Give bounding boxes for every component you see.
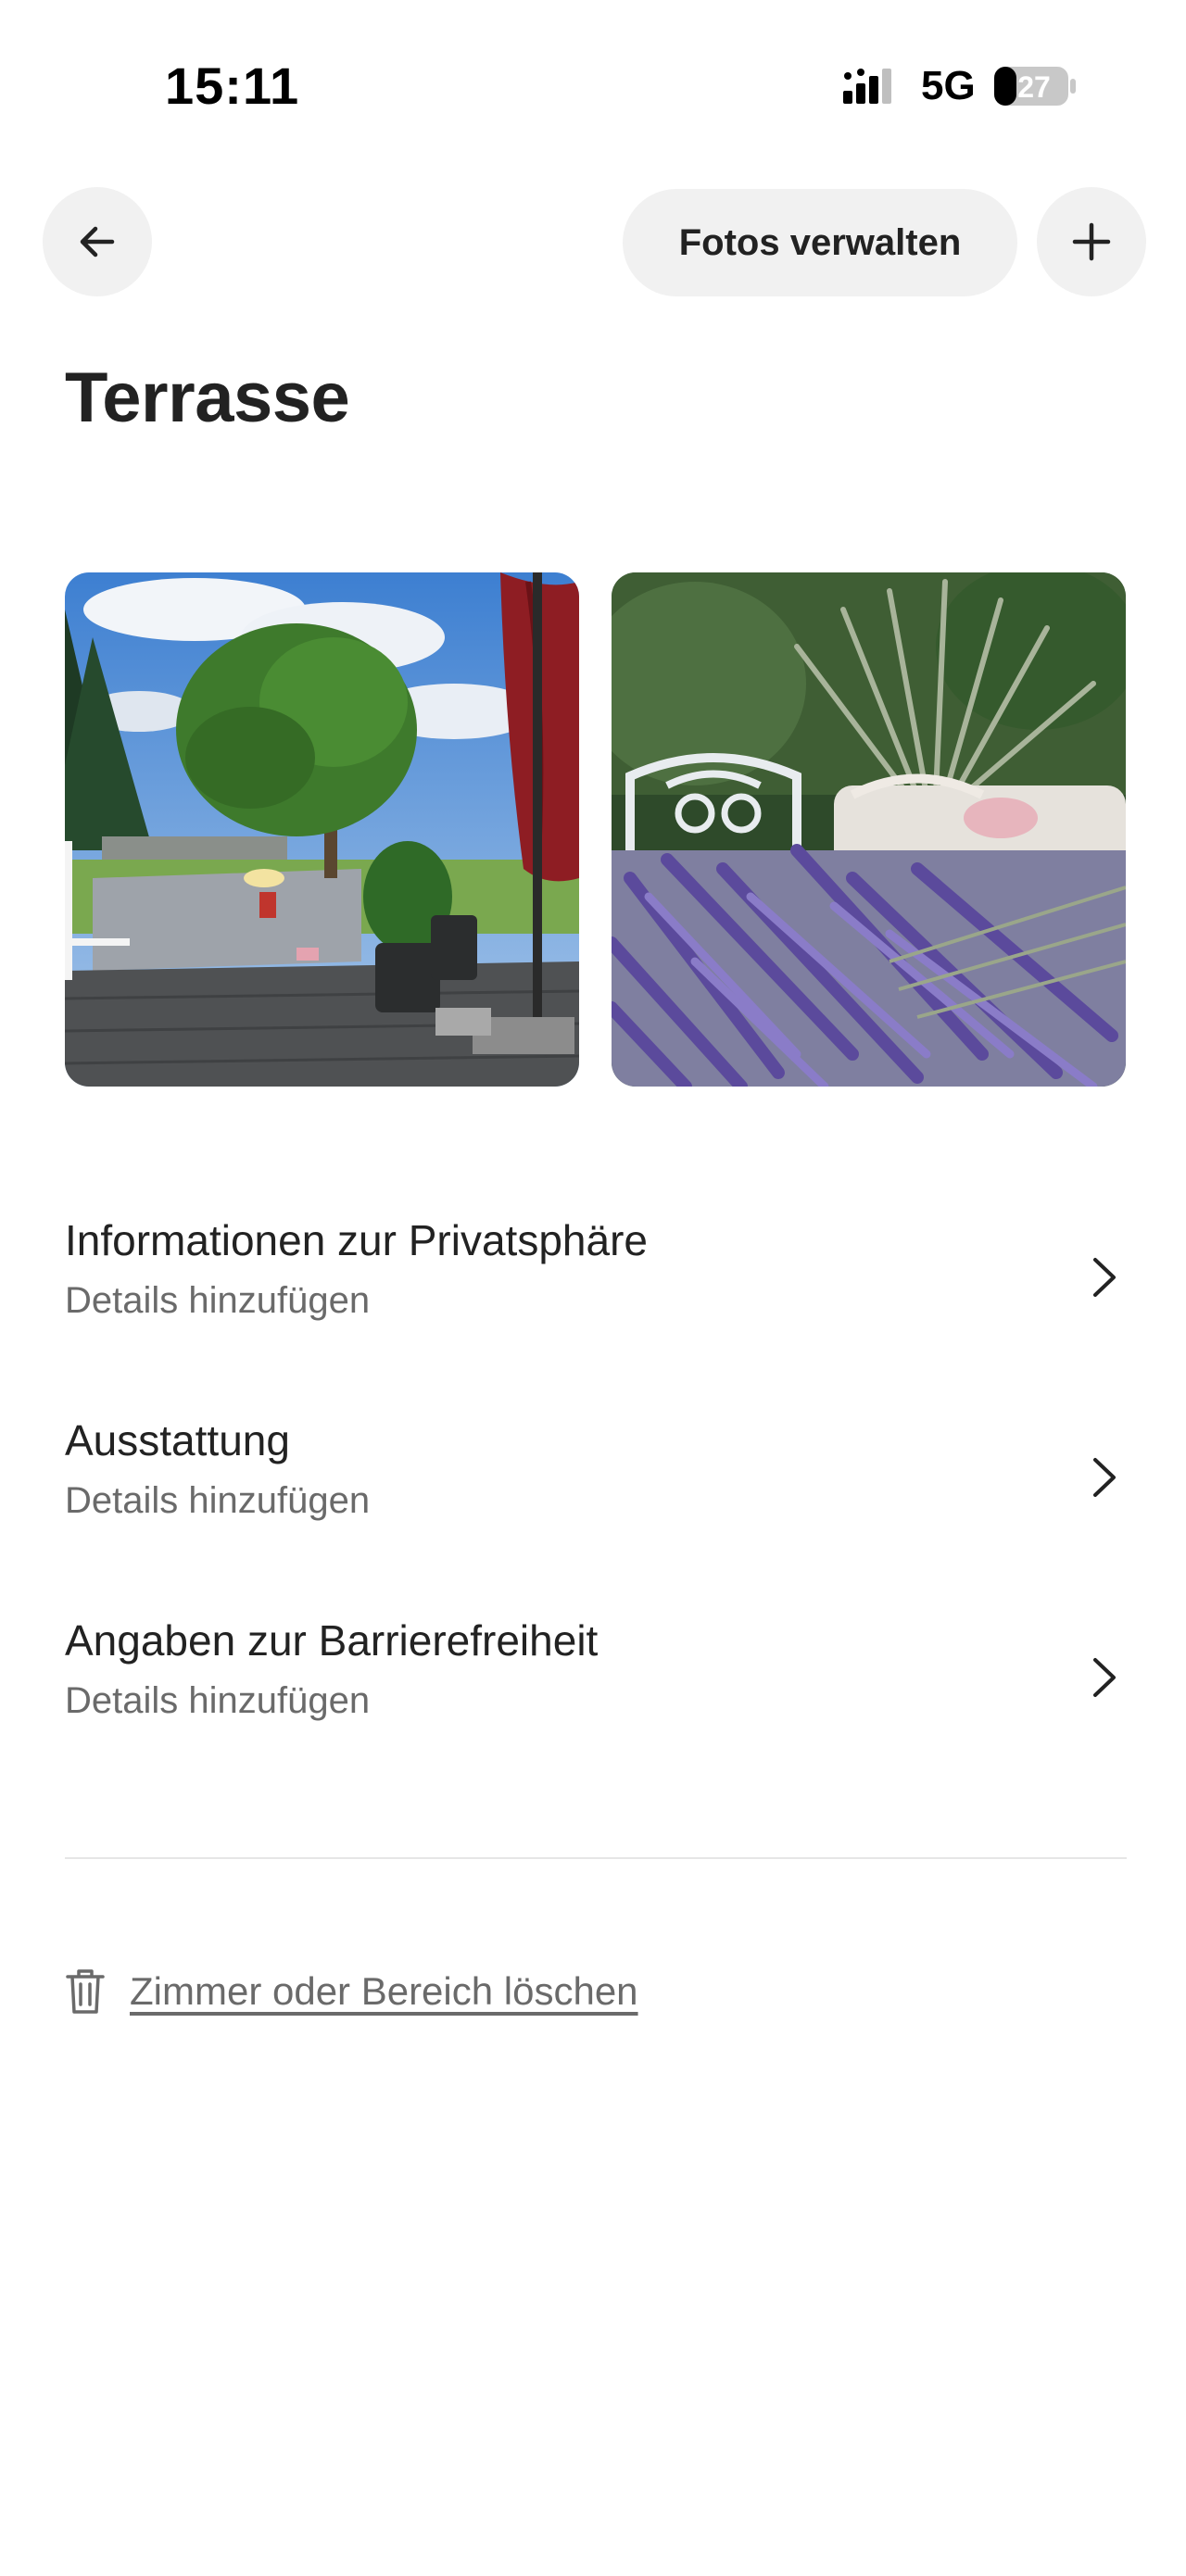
- battery-icon: 27: [994, 67, 1076, 106]
- arrow-left-icon: [80, 226, 115, 258]
- photo-lavender[interactable]: [612, 572, 1126, 1087]
- row-accessibility[interactable]: Angaben zur Barrierefreiheit Details hin…: [65, 1615, 1127, 1764]
- chevron-right-icon: [1093, 1258, 1116, 1297]
- plus-icon: [1072, 222, 1111, 261]
- cellular-signal-icon: [843, 69, 891, 104]
- divider: [65, 1857, 1127, 1859]
- row-privacy-info[interactable]: Informationen zur Privatsphäre Details h…: [65, 1215, 1127, 1363]
- photo-terrace-image: [65, 572, 579, 1087]
- add-button[interactable]: [1037, 187, 1146, 296]
- back-button[interactable]: [43, 187, 152, 296]
- row-title: Informationen zur Privatsphäre: [65, 1216, 648, 1264]
- row-subtitle: Details hinzufügen: [65, 1480, 371, 1521]
- chevron-right-icon: [1093, 1458, 1116, 1497]
- photo-lavender-image: [612, 572, 1126, 1087]
- status-bar: 15:11 5G 27: [0, 0, 1186, 176]
- delete-room-label: Zimmer oder Bereich löschen: [130, 1969, 638, 2013]
- row-subtitle: Details hinzufügen: [65, 1680, 371, 1721]
- battery-level: 27: [1017, 70, 1051, 104]
- row-title: Angaben zur Barrierefreiheit: [65, 1616, 599, 1665]
- status-time: 15:11: [165, 57, 300, 115]
- row-amenities[interactable]: Ausstattung Details hinzufügen: [65, 1415, 1127, 1564]
- row-subtitle: Details hinzufügen: [65, 1280, 371, 1321]
- network-type: 5G: [921, 63, 976, 108]
- trash-icon: [66, 1969, 105, 2014]
- manage-photos-button[interactable]: Fotos verwalten: [623, 189, 1017, 296]
- chevron-right-icon: [1093, 1658, 1116, 1697]
- page-title: Terrasse: [65, 358, 350, 437]
- photo-terrace[interactable]: [65, 572, 579, 1087]
- delete-room-link[interactable]: Zimmer oder Bereich löschen: [65, 1964, 638, 2019]
- row-title: Ausstattung: [65, 1416, 290, 1464]
